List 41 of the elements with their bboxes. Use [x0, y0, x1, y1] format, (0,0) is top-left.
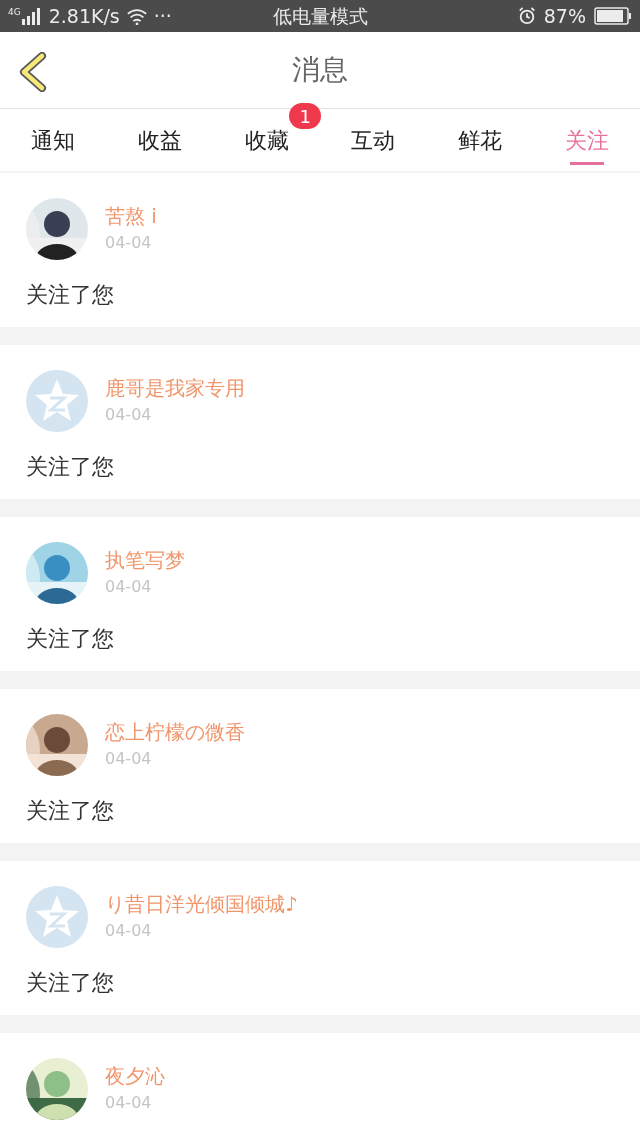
user-name: 鹿哥是我家专用 [105, 375, 245, 401]
message-date: 04-04 [105, 576, 153, 598]
battery-icon [594, 7, 632, 25]
message-card[interactable]: 执笔写梦 04-04 关注了您 [0, 517, 640, 671]
message-text: 关注了您 [26, 626, 115, 652]
power-mode-label: 低电量模式 [272, 3, 368, 29]
message-card[interactable]: 苦熬 i 04-04 关注了您 [0, 173, 640, 327]
more-dots: ··· [153, 3, 172, 29]
user-name: 执笔写梦 [105, 547, 185, 573]
tab[interactable]: 通知 [31, 109, 76, 171]
message-card[interactable]: 恋上柠檬の微香 04-04 关注了您 [0, 689, 640, 843]
tab[interactable]: 收益 [138, 109, 182, 171]
user-name: り昔日洋光倾国倾城♪ [105, 891, 298, 917]
user-name: 恋上柠檬の微香 [105, 719, 245, 745]
signal-icon [20, 7, 43, 25]
message-text: 关注了您 [26, 282, 115, 308]
message-text: 关注了您 [26, 798, 115, 824]
message-date: 04-04 [105, 404, 153, 426]
network-type: 4G [8, 6, 21, 17]
tab[interactable]: 鲜花 [458, 109, 502, 171]
message-date: 04-04 [105, 748, 153, 770]
message-card[interactable]: 鹿哥是我家专用 04-04 关注了您 [0, 345, 640, 499]
default-avatar-icon [26, 886, 88, 948]
message-date: 04-04 [105, 1092, 153, 1114]
user-name: 苦熬 i [105, 203, 157, 229]
user-name: 夜夕沁 [105, 1063, 165, 1089]
message-date: 04-04 [105, 920, 153, 942]
message-text: 关注了您 [26, 970, 115, 996]
tab[interactable]: 收藏 [244, 109, 289, 171]
default-avatar-icon [26, 370, 88, 432]
alarm-icon [517, 7, 536, 25]
message-card[interactable]: り昔日洋光倾国倾城♪ 04-04 关注了您 [0, 861, 640, 1015]
network-speed: 2.81K/s [48, 3, 120, 29]
tab[interactable]: 互动 [351, 109, 396, 171]
message-text: 关注了您 [26, 454, 115, 480]
battery-percent: 87% [543, 3, 586, 29]
active-tab-indicator [569, 162, 604, 165]
message-date: 04-04 [105, 232, 153, 254]
wifi-icon [125, 7, 148, 25]
page-title: 消息 [292, 52, 348, 88]
tab-badge: 1 [289, 103, 322, 129]
